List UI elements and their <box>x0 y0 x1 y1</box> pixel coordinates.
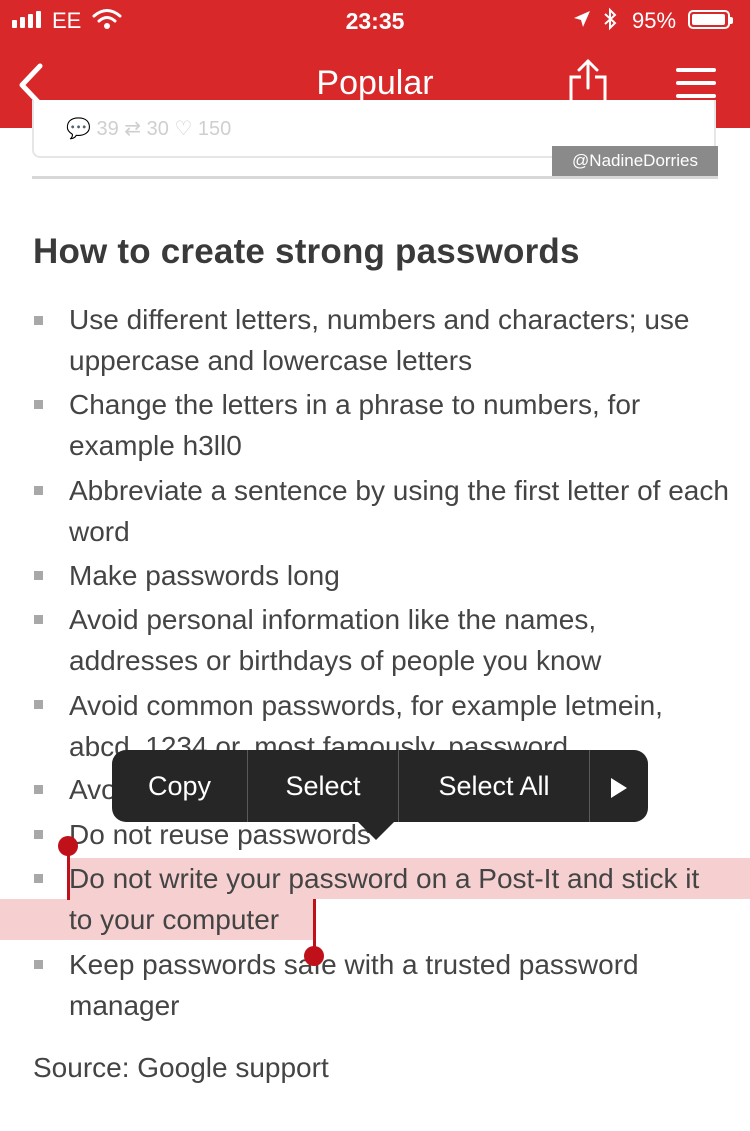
tip-text: Use different letters, numbers and chara… <box>69 304 690 376</box>
bullet-icon <box>34 571 43 580</box>
bluetooth-icon <box>602 7 618 37</box>
tweet-actions: 💬 39 ⇄ 30 ♡ 150 <box>66 118 232 140</box>
battery-icon <box>688 10 733 29</box>
tip-text: Change the letters in a phrase to number… <box>69 389 641 461</box>
status-bar: EE 23:35 95% <box>0 0 750 40</box>
copy-button[interactable]: Copy <box>112 750 247 822</box>
tip-text-selected[interactable]: Do not write your password on a Post-It … <box>69 858 729 940</box>
section-heading: How to create strong passwords <box>33 232 580 271</box>
tip-text: Make passwords long <box>69 560 340 591</box>
selection-end-caret <box>313 899 316 947</box>
select-button[interactable]: Select <box>248 750 398 822</box>
triangle-right-icon <box>611 777 627 798</box>
bullet-icon <box>34 830 43 839</box>
selection-end-handle[interactable] <box>304 946 324 966</box>
selection-start-handle[interactable] <box>58 836 78 856</box>
tip-text: Keep passwords safe with a trusted passw… <box>69 949 639 1021</box>
hamburger-menu-button[interactable] <box>676 68 718 98</box>
tip-text: Avoid personal information like the name… <box>69 604 602 676</box>
bullet-icon <box>34 486 43 495</box>
location-icon <box>572 9 592 35</box>
bullet-icon <box>34 960 43 969</box>
selection-start-caret <box>67 854 70 900</box>
bullet-icon <box>34 785 43 794</box>
more-options-button[interactable] <box>590 750 648 822</box>
tip-text: Abbreviate a sentence by using the first… <box>69 475 729 547</box>
edit-menu: Copy Select Select All <box>112 750 648 840</box>
bullet-icon <box>34 400 43 409</box>
select-all-button[interactable]: Select All <box>399 750 589 822</box>
page-title: Popular <box>316 64 434 102</box>
source-credit: Source: Google support <box>33 1052 329 1083</box>
hamburger-menu-icon <box>676 68 716 98</box>
bullet-icon <box>34 700 43 709</box>
divider <box>32 176 718 179</box>
bullet-icon <box>34 615 43 624</box>
bullet-icon <box>34 316 43 325</box>
bullet-icon <box>34 874 43 883</box>
battery-percentage: 95% <box>632 8 677 33</box>
twitter-handle-label[interactable]: @NadineDorries <box>552 146 718 176</box>
